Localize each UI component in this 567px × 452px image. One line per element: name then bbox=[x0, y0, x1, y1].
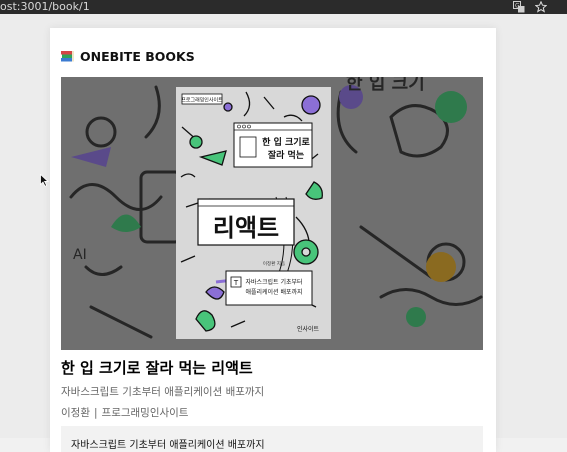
cover-tagline-line2: 애플리케이션 배포까지 bbox=[245, 288, 302, 296]
book-author: 이정환 bbox=[61, 407, 90, 419]
cover-series-label: 프로그래밍인사이트 bbox=[181, 97, 223, 104]
translate-icon[interactable]: G bbox=[513, 1, 525, 13]
svg-text:T: T bbox=[233, 279, 239, 287]
address-bar[interactable]: ost:3001/book/1 bbox=[0, 0, 90, 13]
book-emoji-icon bbox=[61, 50, 75, 62]
book-subtitle: 자바스크립트 기초부터 애플리케이션 배포까지 bbox=[61, 386, 265, 398]
svg-text:AI: AI bbox=[73, 247, 87, 263]
page-background: ONEBITE BOOKS 한 입 크기 AI 프로그래밍인사이트 한 입 크기… bbox=[0, 14, 567, 452]
description-box: 자바스크립트 기초부터 애플리케이션 배포까지 bbox=[61, 426, 483, 452]
cover-tagline-line1: 자바스크립트 기초부터 bbox=[245, 278, 302, 286]
book-publisher: 프로그래밍인사이트 bbox=[101, 407, 189, 419]
content-card: ONEBITE BOOKS 한 입 크기 AI 프로그래밍인사이트 한 입 크기… bbox=[50, 28, 496, 452]
cover-publisher-mark: 인사이트 bbox=[297, 325, 320, 333]
cover-banner: C 한 입 크기 AI bbox=[61, 77, 483, 350]
site-header[interactable]: ONEBITE BOOKS bbox=[61, 48, 195, 64]
book-meta: 이정환 | 프로그래밍인사이트 bbox=[61, 405, 188, 420]
meta-separator: | bbox=[93, 407, 98, 419]
svg-text:한 입 크기: 한 입 크기 bbox=[346, 77, 425, 94]
star-icon[interactable] bbox=[534, 0, 548, 13]
cover-big-title: 리액트 bbox=[213, 214, 279, 242]
book-title: 한 입 크기로 잘라 먹는 리액트 bbox=[61, 359, 253, 377]
cover-title-line1: 한 입 크기로 bbox=[262, 136, 310, 148]
cover-title-line2: 잘라 먹는 bbox=[268, 149, 304, 161]
book-description: 자바스크립트 기초부터 애플리케이션 배포까지 bbox=[71, 440, 265, 451]
mouse-cursor-icon bbox=[40, 174, 49, 187]
cover-author: 이정환 지음 bbox=[263, 260, 285, 267]
browser-toolbar: ost:3001/book/1 G bbox=[0, 0, 567, 14]
book-cover[interactable]: 프로그래밍인사이트 한 입 크기로 잘라 먹는 리액트 T 자바스크립트 기초부… bbox=[176, 87, 331, 339]
site-title: ONEBITE BOOKS bbox=[80, 48, 195, 64]
